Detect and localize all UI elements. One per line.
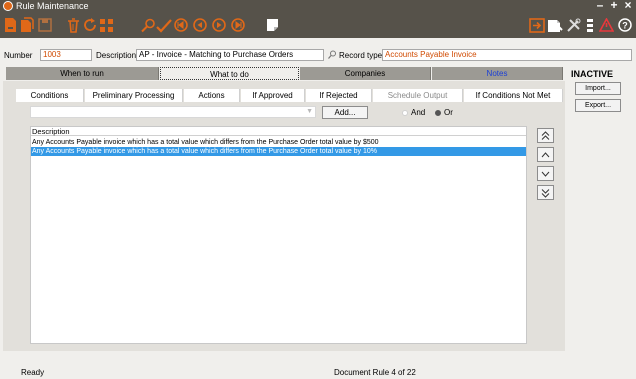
new-document-icon[interactable] [4,17,17,33]
lookup-search-icon[interactable] [328,50,337,59]
conditions-list: Description Any Accounts Payable invoice… [30,126,527,344]
tab-when-to-run[interactable]: When to run [6,67,159,80]
number-field[interactable]: 1003 [40,49,92,61]
exit-icon[interactable] [529,17,545,33]
radio-dot [402,109,408,116]
first-record-icon[interactable] [174,17,188,33]
chevron-down-icon [541,171,550,177]
radio-dot-selected [435,109,441,116]
tab-preliminary-processing[interactable]: Preliminary Processing [85,89,183,102]
record-type-field[interactable]: Accounts Payable Invoice [382,49,632,61]
status-flag: INACTIVE [571,69,614,79]
tab-schedule-output: Schedule Output [373,89,463,102]
add-button[interactable]: Add... [322,106,368,119]
svg-text:?: ? [622,20,628,30]
chevron-up-icon [541,151,550,157]
copy-document-icon[interactable] [20,17,34,33]
maximize-button[interactable]: + [607,0,621,12]
and-radio[interactable]: And [402,108,425,117]
list-header: Description [31,127,526,136]
double-up-icon [541,130,550,140]
approve-pen-icon[interactable] [156,17,172,33]
or-radio[interactable]: Or [435,108,453,117]
next-record-icon[interactable] [212,17,226,33]
help-icon[interactable]: ? [618,17,632,33]
notes-page-icon[interactable] [266,17,279,33]
move-to-bottom-button[interactable] [537,185,554,200]
tab-notes[interactable]: Notes [432,67,563,80]
tab-conditions[interactable]: Conditions [16,89,84,102]
status-bar: Ready Document Rule 4 of 22 [0,366,636,379]
tab-what-to-do[interactable]: What to do [160,67,299,80]
move-to-top-button[interactable] [537,128,554,143]
toolbar: ? [0,12,636,38]
dropdown-arrow-icon: ▼ [306,108,313,115]
tools-icon[interactable] [566,17,581,33]
description-label: Description [96,51,137,60]
export-button[interactable]: Export... [575,99,621,112]
tab-actions[interactable]: Actions [184,89,240,102]
tab-if-rejected[interactable]: If Rejected [306,89,372,102]
app-icon [3,1,13,11]
list-item-selected[interactable]: Any Accounts Payable invoice which has a… [31,147,526,156]
save-icon[interactable] [38,17,52,33]
number-label: Number [4,51,33,60]
attach-icon[interactable] [547,17,563,33]
tab-if-conditions-not-met[interactable]: If Conditions Not Met [464,89,563,102]
description-field[interactable]: AP - Invoice - Matching to Purchase Orde… [136,49,324,61]
minimize-button[interactable]: – [593,0,607,12]
main-tabs: When to run What to do Companies Notes [0,67,563,80]
hierarchy-icon[interactable] [99,17,114,33]
record-type-label: Record type [339,51,383,60]
double-down-icon [541,188,550,198]
alert-icon[interactable] [599,17,614,33]
window-title: Rule Maintenance [16,1,89,11]
and-radio-label: And [411,108,426,117]
search-icon[interactable] [141,17,156,33]
or-radio-label: Or [444,108,453,117]
list-item[interactable]: Any Accounts Payable invoice which has a… [31,138,526,147]
move-down-button[interactable] [537,166,554,181]
record-header: Number 1003 Description AP - Invoice - M… [0,38,636,64]
condition-select[interactable]: ▼ [30,106,316,118]
status-text: Ready [21,368,45,377]
close-button[interactable]: × [621,0,635,12]
sub-tabs: Conditions Preliminary Processing Action… [16,89,563,102]
record-position: Document Rule 4 of 22 [334,368,416,377]
refresh-icon[interactable] [83,17,98,33]
delete-bin-icon[interactable] [67,17,80,33]
tab-companies[interactable]: Companies [300,67,431,80]
import-button[interactable]: Import... [575,82,621,95]
tab-if-approved[interactable]: If Approved [241,89,305,102]
move-up-button[interactable] [537,147,554,162]
last-record-icon[interactable] [231,17,245,33]
pipeline-icon[interactable] [585,17,595,33]
previous-record-icon[interactable] [193,17,207,33]
title-bar: Rule Maintenance – + × [0,0,636,12]
